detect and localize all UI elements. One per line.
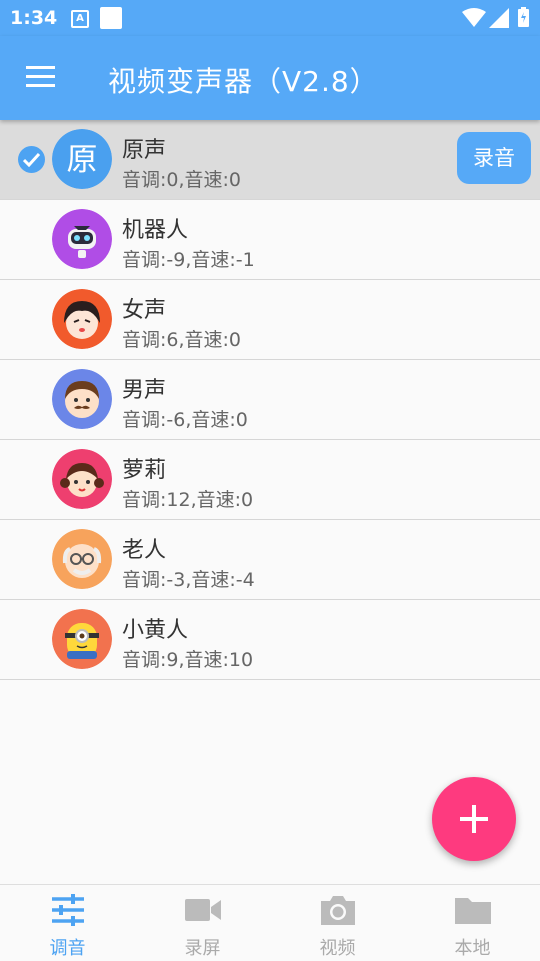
voice-name: 女声 xyxy=(122,298,167,323)
voice-params: 音调:9,音速:10 xyxy=(122,649,254,671)
tab-label: 本地 xyxy=(454,938,491,959)
avatar-female xyxy=(52,289,112,349)
bottom-nav: 调音 录屏 视频 本地 xyxy=(0,884,540,961)
voice-params: 音调:6,音速:0 xyxy=(122,329,242,351)
tab-tuning[interactable]: 调音 xyxy=(0,885,135,961)
status-bar: 1:34 A xyxy=(0,0,540,36)
voice-item-minion[interactable]: 小黄人 音调:9,音速:10 xyxy=(0,600,540,680)
avatar-original: 原 xyxy=(52,129,112,189)
add-button[interactable] xyxy=(432,777,516,861)
voice-name: 男声 xyxy=(122,378,167,403)
menu-icon[interactable] xyxy=(26,66,58,92)
app-bar: 视频变声器（V2.8） xyxy=(0,36,540,120)
voice-params: 音调:-9,音速:-1 xyxy=(122,249,255,271)
avatar-loli xyxy=(52,449,112,509)
signal-icon xyxy=(489,8,509,28)
page-title: 视频变声器（V2.8） xyxy=(108,65,379,98)
tab-screen-record[interactable]: 录屏 xyxy=(135,885,270,961)
voice-name: 原声 xyxy=(122,138,167,163)
tab-local[interactable]: 本地 xyxy=(405,885,540,961)
voice-item-elder[interactable]: 老人 音调:-3,音速:-4 xyxy=(0,520,540,600)
notification-a-icon: A xyxy=(71,10,89,28)
sliders-icon xyxy=(51,894,84,926)
voice-item-female[interactable]: 女声 音调:6,音速:0 xyxy=(0,280,540,360)
avatar-robot xyxy=(52,209,112,269)
voice-item-robot[interactable]: 机器人 音调:-9,音速:-1 xyxy=(0,200,540,280)
notification-square-icon xyxy=(100,7,122,29)
voice-name: 老人 xyxy=(122,538,167,563)
voice-name: 机器人 xyxy=(122,218,189,243)
voice-list: 原 原声 音调:0,音速:0 录音 机器人 音调:-9,音速:-1 女声 音调:… xyxy=(0,120,540,680)
tab-label: 录屏 xyxy=(184,938,221,959)
tab-label: 视频 xyxy=(319,938,356,959)
record-button[interactable]: 录音 xyxy=(457,132,531,184)
folder-icon xyxy=(454,898,491,924)
voice-params: 音调:12,音速:0 xyxy=(122,489,254,511)
svg-text:原: 原 xyxy=(67,142,98,178)
avatar-male xyxy=(52,369,112,429)
status-time: 1:34 xyxy=(10,7,58,29)
video-camera-icon xyxy=(184,899,221,921)
voice-params: 音调:-3,音速:-4 xyxy=(122,569,255,591)
tab-video[interactable]: 视频 xyxy=(270,885,405,961)
check-icon xyxy=(18,146,45,173)
plus-icon xyxy=(460,805,488,833)
camera-icon xyxy=(320,896,355,925)
voice-params: 音调:0,音速:0 xyxy=(122,169,242,191)
wifi-icon xyxy=(462,8,486,27)
voice-item-original[interactable]: 原 原声 音调:0,音速:0 录音 xyxy=(0,120,540,200)
voice-params: 音调:-6,音速:0 xyxy=(122,409,248,431)
voice-name: 萝莉 xyxy=(122,458,167,483)
voice-name: 小黄人 xyxy=(122,618,189,643)
battery-icon xyxy=(518,7,529,27)
voice-item-male[interactable]: 男声 音调:-6,音速:0 xyxy=(0,360,540,440)
avatar-minion xyxy=(52,609,112,669)
tab-label: 调音 xyxy=(49,938,86,959)
avatar-elder xyxy=(52,529,112,589)
voice-item-loli[interactable]: 萝莉 音调:12,音速:0 xyxy=(0,440,540,520)
